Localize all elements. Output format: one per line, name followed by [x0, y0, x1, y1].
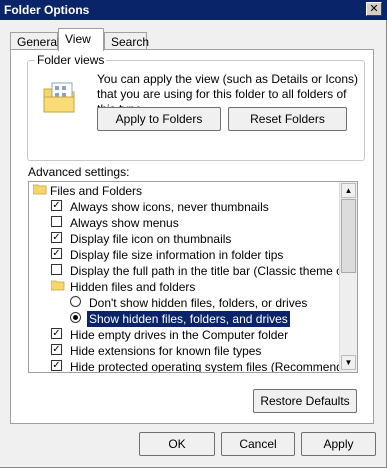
view-tab-panel: Folder views You can apply the view (suc…: [10, 49, 374, 424]
apply-button[interactable]: Apply: [301, 432, 376, 456]
checkbox-unchecked-icon[interactable]: [51, 264, 62, 275]
reset-folders-button[interactable]: Reset Folders: [228, 107, 347, 131]
scrollbar-thumb[interactable]: [341, 199, 356, 273]
list-item-label: Display the full path in the title bar (…: [70, 264, 358, 278]
list-item-label: Files and Folders: [50, 184, 143, 198]
list-item-label: Always show menus: [70, 216, 179, 230]
list-item-label: Display file icon on thumbnails: [70, 232, 232, 246]
checkbox-checked-icon[interactable]: ✓: [51, 232, 62, 243]
checkbox-checked-icon[interactable]: ✓: [51, 328, 62, 339]
scroll-up-arrow-icon[interactable]: ▲: [341, 183, 356, 198]
apply-to-folders-button[interactable]: Apply to Folders: [97, 107, 221, 131]
window-title: Folder Options: [4, 3, 90, 17]
radio-unselected-icon[interactable]: [70, 296, 81, 307]
checkbox-checked-icon[interactable]: ✓: [51, 360, 62, 371]
radio-selected-icon[interactable]: [70, 312, 81, 323]
list-item-label: Don't show hidden files, folders, or dri…: [89, 296, 308, 310]
restore-defaults-button[interactable]: Restore Defaults: [253, 389, 357, 413]
tab-general[interactable]: General: [10, 32, 60, 50]
checkbox-unchecked-icon[interactable]: [51, 216, 62, 227]
folder-views-title: Folder views: [35, 53, 107, 67]
close-button[interactable]: ✕: [366, 2, 382, 16]
list-item-label: Show hidden files, folders, and drives: [87, 311, 290, 327]
list-item-label: Display file size information in folder …: [70, 248, 284, 262]
ok-button[interactable]: OK: [139, 432, 215, 456]
advanced-settings-label: Advanced settings:: [28, 165, 130, 179]
checkbox-checked-icon[interactable]: ✓: [51, 344, 62, 355]
folder-views-group: Folder views You can apply the view (suc…: [27, 53, 365, 161]
advanced-settings-list[interactable]: Files and Folders ✓ Always show icons, n…: [28, 181, 358, 373]
checkbox-checked-icon[interactable]: ✓: [51, 200, 62, 211]
folder-views-icon: [43, 82, 75, 113]
list-item-label: Hidden files and folders: [70, 280, 196, 294]
list-item-label: Hide empty drives in the Computer folder: [70, 328, 289, 342]
scroll-down-arrow-icon[interactable]: ▼: [341, 355, 356, 370]
folder-icon: [51, 280, 65, 291]
tab-search[interactable]: Search: [104, 32, 149, 50]
list-item-label: Always show icons, never thumbnails: [70, 200, 269, 214]
list-item-label: Hide protected operating system files (R…: [70, 360, 358, 373]
checkbox-checked-icon[interactable]: ✓: [51, 248, 62, 259]
folder-options-window: Folder Options ✕ General View Search Fol…: [0, 0, 387, 468]
folder-icon: [33, 184, 47, 195]
list-item-label: Hide extensions for known file types: [70, 344, 262, 358]
vertical-scrollbar[interactable]: ▲ ▼: [339, 182, 357, 372]
title-bar[interactable]: Folder Options ✕: [0, 0, 387, 20]
tab-view[interactable]: View: [58, 28, 104, 51]
cancel-button[interactable]: Cancel: [221, 432, 295, 456]
